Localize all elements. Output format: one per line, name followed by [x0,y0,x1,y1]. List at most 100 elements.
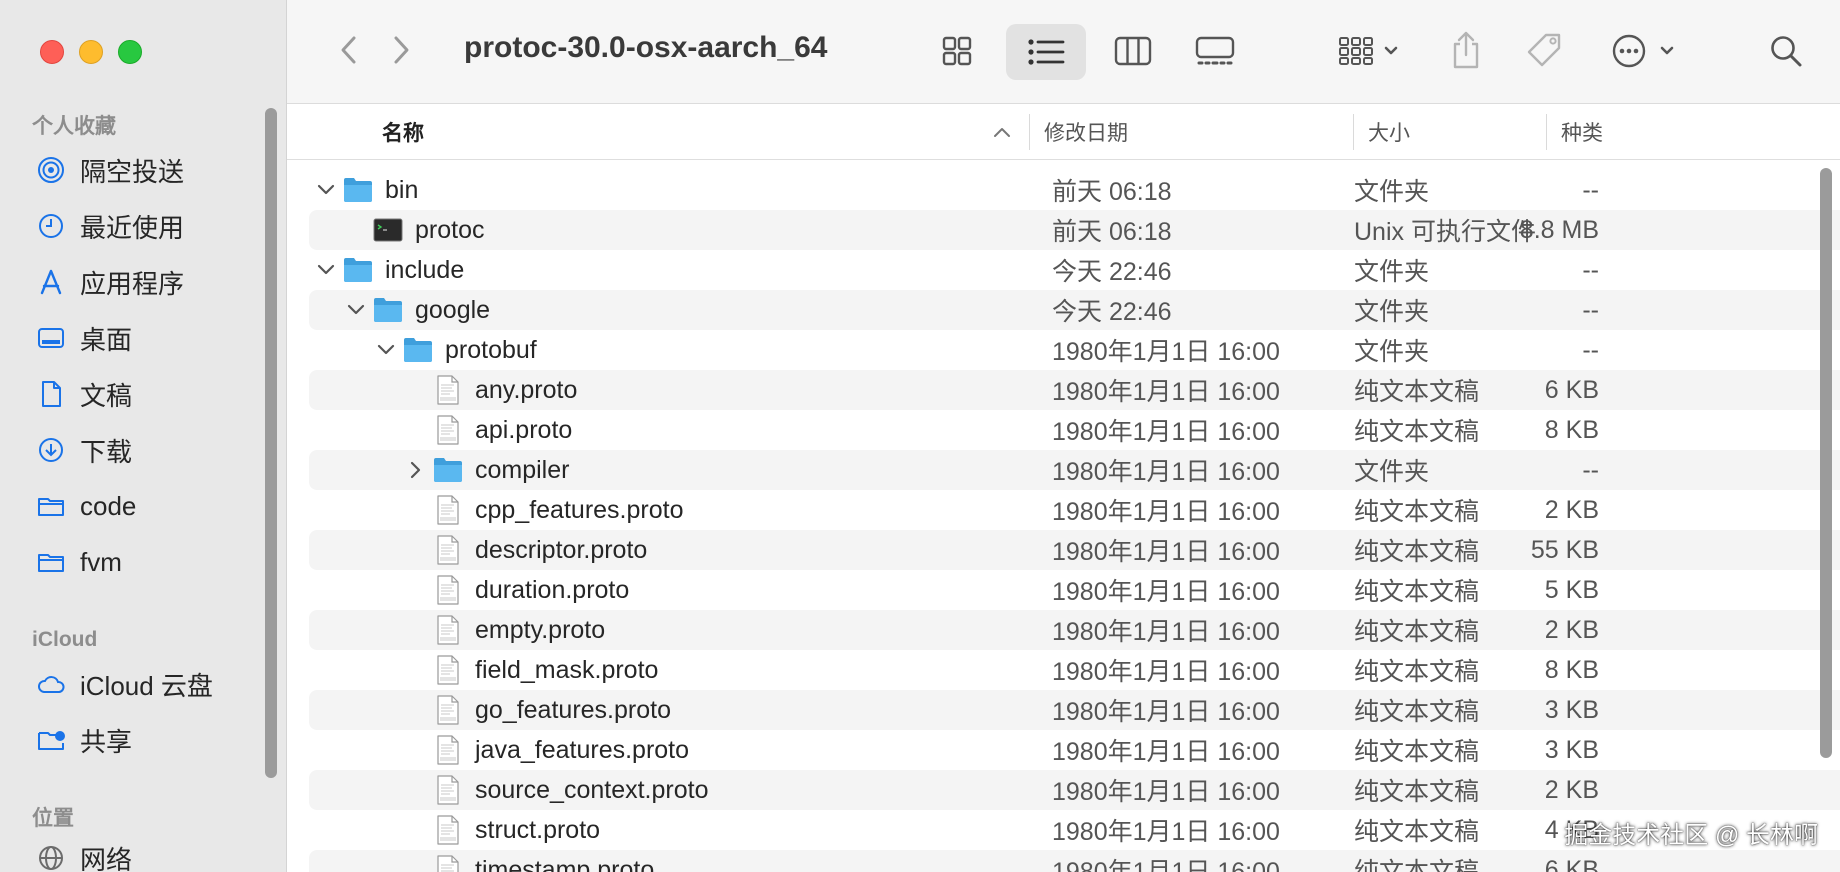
folder-icon [34,489,68,523]
proto-file-icon [433,655,463,685]
document-icon [34,377,68,411]
gallery-view-button[interactable] [1185,27,1245,75]
sidebar-item-label: iCloud 云盘 [80,670,213,701]
file-row[interactable]: api.proto 1980年1月1日 16:00 8 KB 纯文本文稿 [309,410,1840,450]
column-divider[interactable] [1029,114,1030,150]
file-name: google [415,295,491,324]
sidebar-section-favorites: 个人收藏 [32,115,116,138]
search-button[interactable] [1761,27,1811,75]
disclosure-expanded-icon[interactable] [373,330,399,370]
sidebar-item-recents[interactable]: 最近使用 [34,206,264,246]
disclosure-collapsed-icon[interactable] [403,450,429,490]
back-button[interactable] [331,30,367,70]
sidebar-item-shared[interactable]: 共享 [34,720,264,760]
file-name: api.proto [475,415,573,444]
file-row[interactable]: duration.proto 1980年1月1日 16:00 5 KB 纯文本文稿 [309,570,1840,610]
tag-button[interactable] [1519,27,1569,75]
sort-indicator[interactable] [993,104,1011,160]
folder-icon [403,335,433,365]
file-row[interactable]: field_mask.proto 1980年1月1日 16:00 8 KB 纯文本文稿 [309,650,1840,690]
file-row[interactable]: any.proto 1980年1月1日 16:00 6 KB 纯文本文稿 [309,370,1840,410]
folder-row[interactable]: google 今天 22:46 -- 文件夹 [309,290,1840,330]
disclosure-expanded-icon[interactable] [313,170,339,210]
name-cell: protobuf [373,330,537,370]
column-date[interactable]: 修改日期 [1044,104,1128,160]
file-name: cpp_features.proto [475,495,684,524]
file-row[interactable]: go_features.proto 1980年1月1日 16:00 3 KB 纯文本文… [309,690,1840,730]
sidebar-scrollbar[interactable] [265,108,277,778]
watermark: 掘金技术社区 @ 长林啊 [1564,822,1818,849]
file-kind: 文件夹 [1354,458,1430,486]
more-actions-button[interactable] [1605,27,1685,75]
proto-file-icon [433,495,463,525]
sidebar-item-airdrop[interactable]: 隔空投送 [34,150,264,190]
file-name: descriptor.proto [475,535,648,564]
download-icon [34,433,68,467]
folder-row[interactable]: compiler 1980年1月1日 16:00 -- 文件夹 [309,450,1840,490]
sidebar-item-code[interactable]: code [34,486,264,526]
column-view-button[interactable] [1106,27,1160,75]
file-kind: 纯文本文稿 [1354,578,1480,606]
disclosure-expanded-icon[interactable] [313,250,339,290]
name-cell: timestamp.proto [403,850,654,872]
column-header: 名称 修改日期 大小 种类 [287,104,1840,160]
list-view-button[interactable] [1006,24,1086,80]
tag-icon [1527,33,1561,67]
file-row[interactable]: source_context.proto 1980年1月1日 16:00 2 KB 纯… [309,770,1840,810]
column-kind[interactable]: 种类 [1561,104,1603,160]
icon-view-button[interactable] [930,27,984,75]
column-divider[interactable] [1353,114,1354,150]
column-divider[interactable] [1546,114,1547,150]
globe-icon [34,841,68,872]
file-kind: Unix 可执行文件 [1354,218,1536,246]
name-cell: duration.proto [403,570,629,610]
file-row[interactable]: java_features.proto 1980年1月1日 16:00 3 KB 纯文… [309,730,1840,770]
name-cell: descriptor.proto [403,530,647,570]
date-modified: 1980年1月1日 16:00 [1052,498,1280,526]
zoom-window-button[interactable] [118,40,142,64]
proto-file-icon [433,855,463,872]
sidebar-item-label: 应用程序 [80,268,185,299]
sidebar-item-label: 最近使用 [80,212,185,243]
sidebar-item-network[interactable]: 网络 [34,838,264,872]
date-modified: 1980年1月1日 16:00 [1052,858,1280,872]
column-name[interactable]: 名称 [382,104,424,160]
sidebar-item-label: 桌面 [80,324,133,355]
sidebar-item-label: 隔空投送 [80,156,185,187]
date-modified: 1980年1月1日 16:00 [1052,338,1280,366]
column-size[interactable]: 大小 [1368,104,1410,160]
date-modified: 1980年1月1日 16:00 [1052,578,1280,606]
forward-button[interactable] [383,30,419,70]
file-row[interactable]: descriptor.proto 1980年1月1日 16:00 55 KB 纯文本文… [309,530,1840,570]
file-list-scrollbar[interactable] [1820,168,1832,758]
folder-row[interactable]: include 今天 22:46 -- 文件夹 [309,250,1840,290]
close-window-button[interactable] [40,40,64,64]
sidebar-item-downloads[interactable]: 下载 [34,430,264,470]
name-cell: java_features.proto [403,730,689,770]
proto-file-icon [433,575,463,605]
group-by-button[interactable] [1330,27,1410,75]
chevron-left-icon [341,36,356,64]
minimize-window-button[interactable] [79,40,103,64]
file-row[interactable]: timestamp.proto 1980年1月1日 16:00 6 KB 纯文本文稿 [309,850,1840,872]
column-name-label: 名称 [382,122,424,145]
disclosure-expanded-icon[interactable] [343,290,369,330]
folder-row[interactable]: bin 前天 06:18 -- 文件夹 [309,170,1840,210]
sidebar-item-fvm[interactable]: fvm [34,542,264,582]
file-name: struct.proto [475,815,601,844]
sidebar-item-desktop[interactable]: 桌面 [34,318,264,358]
sidebar-item-applications[interactable]: 应用程序 [34,262,264,302]
share-button[interactable] [1444,25,1488,75]
file-row[interactable]: cpp_features.proto 1980年1月1日 16:00 2 KB 纯文本… [309,490,1840,530]
file-kind: 纯文本文稿 [1354,618,1480,646]
file-kind: 文件夹 [1354,258,1430,286]
sidebar-item-icloud-drive[interactable]: iCloud 云盘 [34,664,264,704]
folder-row[interactable]: protobuf 1980年1月1日 16:00 -- 文件夹 [309,330,1840,370]
name-cell: source_context.proto [403,770,708,810]
file-row[interactable]: protoc 前天 06:18 8.8 MB Unix 可执行文件 [309,210,1840,250]
file-row[interactable]: empty.proto 1980年1月1日 16:00 2 KB 纯文本文稿 [309,610,1840,650]
sidebar-item-documents[interactable]: 文稿 [34,374,264,414]
